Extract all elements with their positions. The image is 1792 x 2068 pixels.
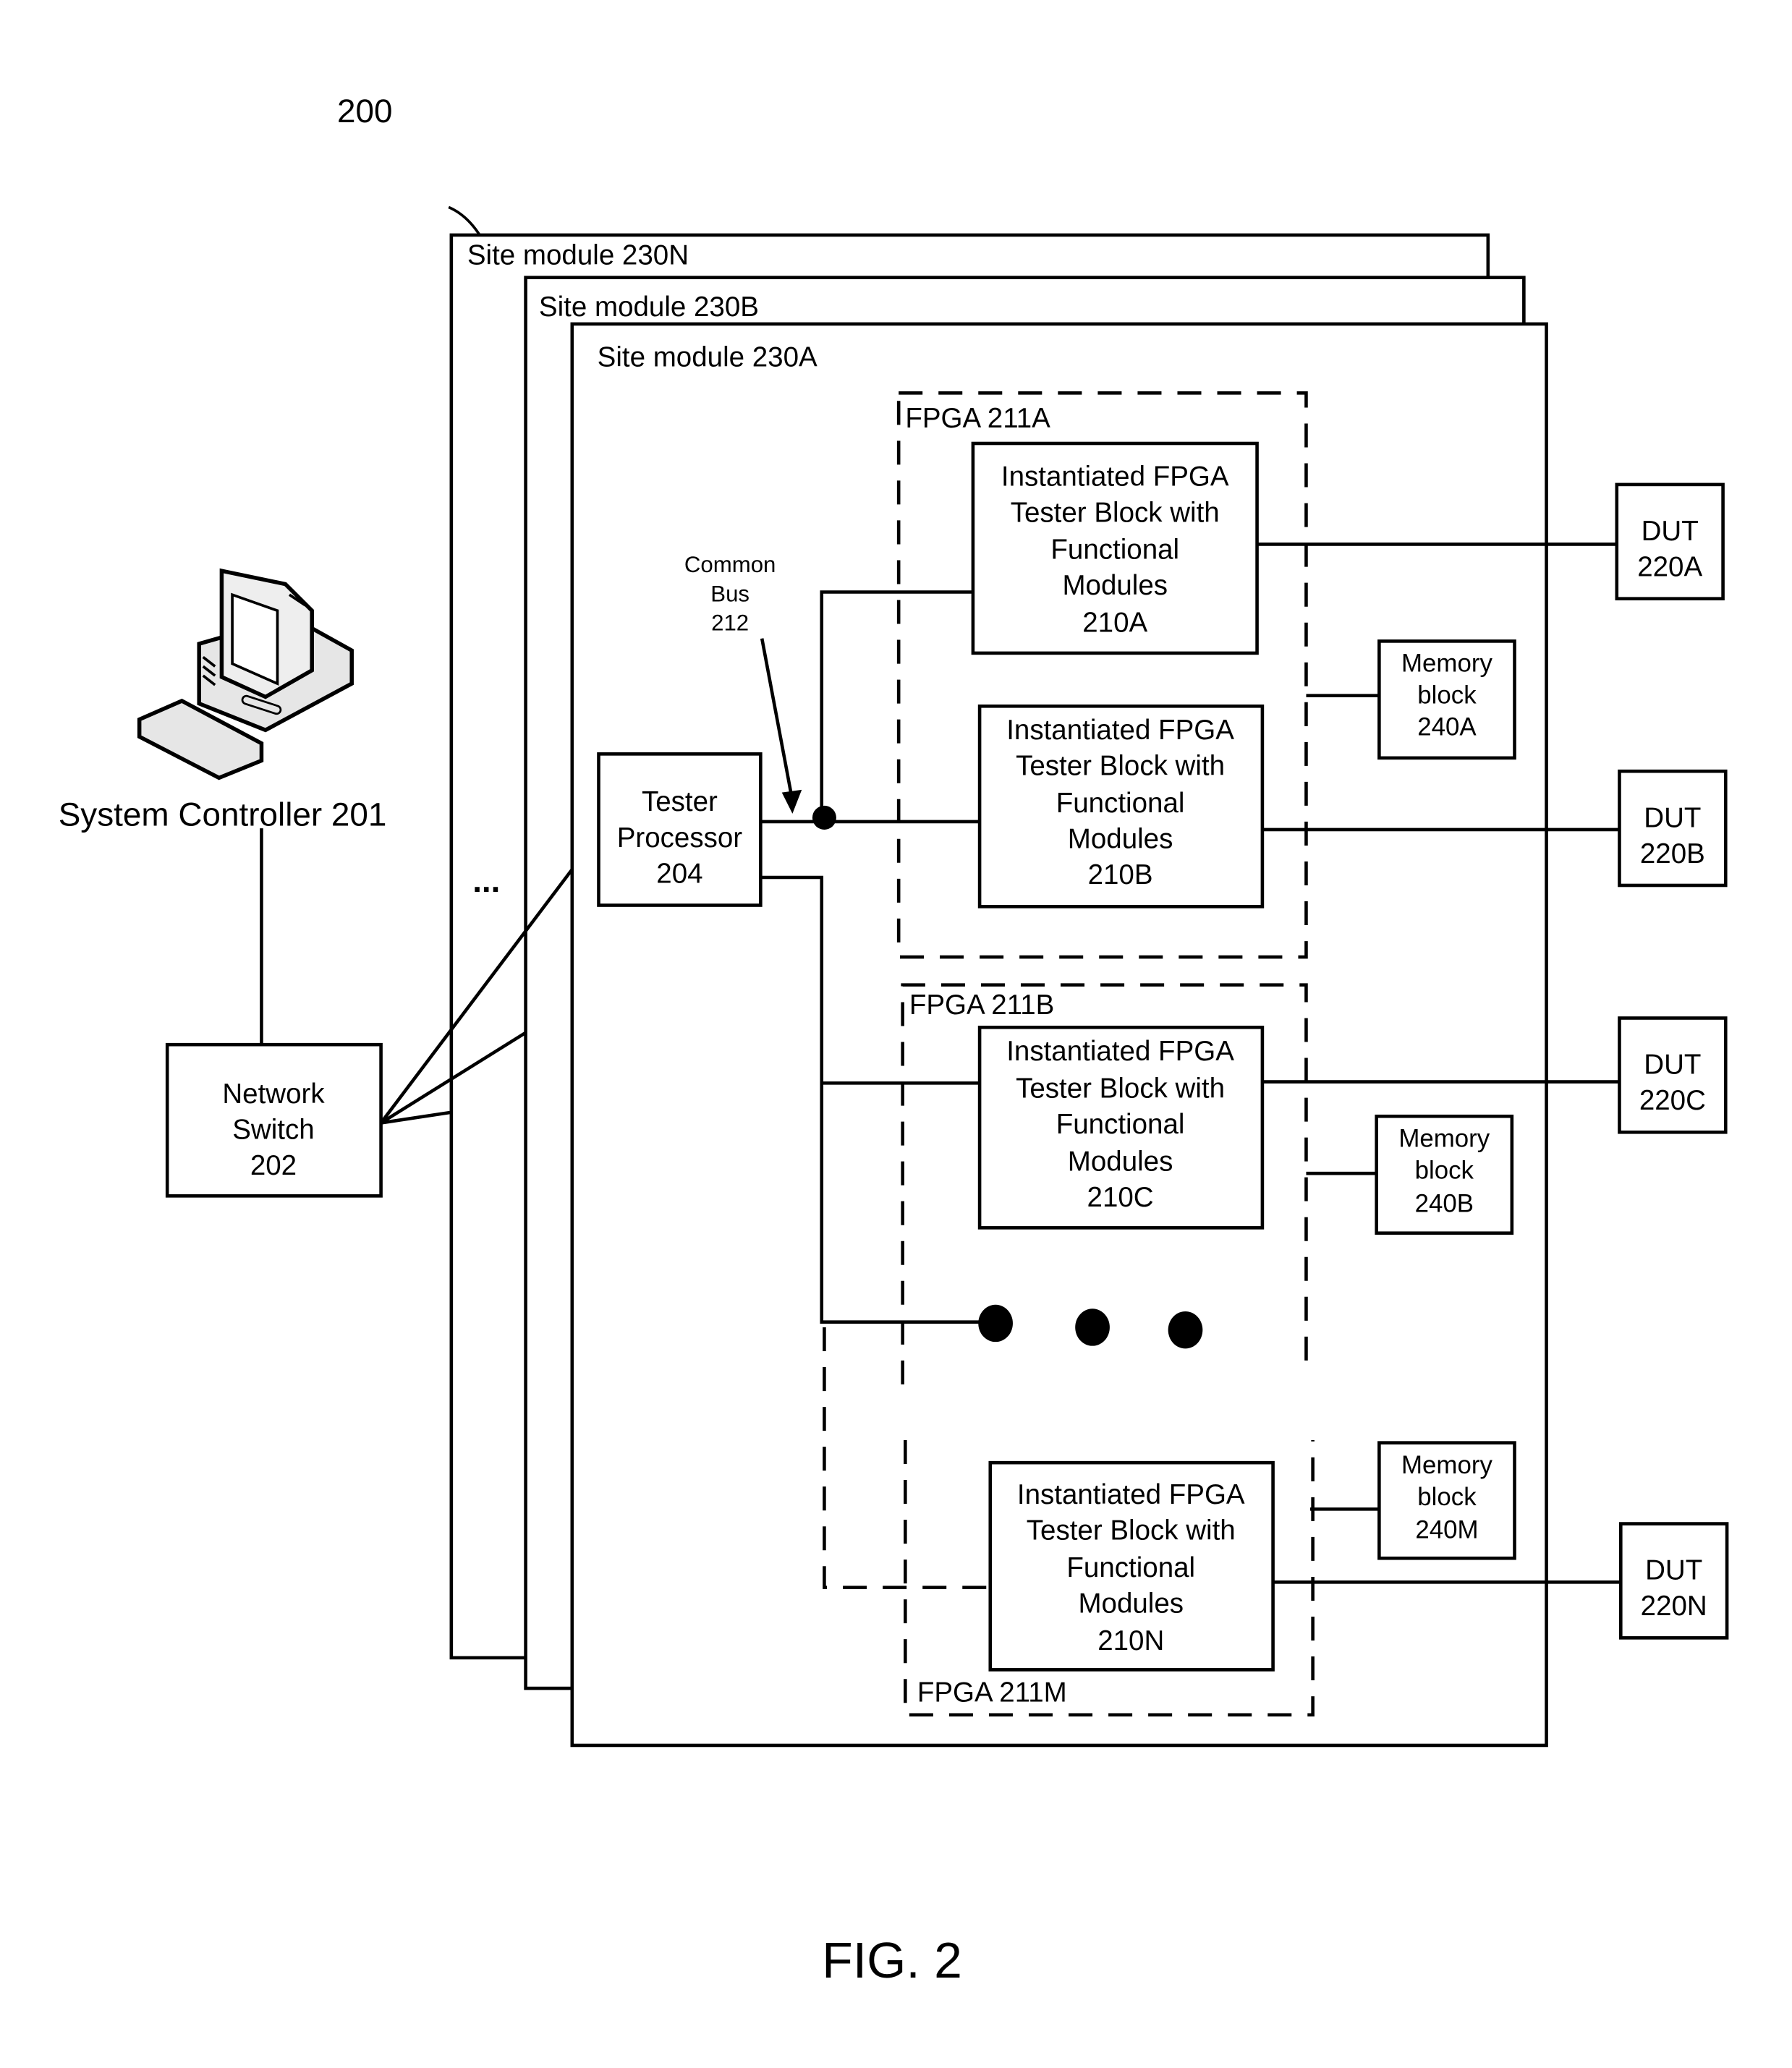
memory-block-line: 240A	[1417, 713, 1477, 741]
tester-block-line: Functional	[1050, 535, 1179, 566]
tester-block-line: Instantiated FPGA	[1001, 461, 1229, 493]
dut-line: DUT	[1644, 802, 1701, 833]
dut-line: 220B	[1640, 838, 1705, 869]
tester-block-line: Tester Block with	[1016, 1073, 1225, 1105]
tester-block-line: Modules	[1078, 1588, 1184, 1619]
tester-processor-line: Tester	[642, 786, 718, 817]
figure-caption: FIG. 2	[822, 1932, 962, 1988]
tester-block-line: 210A	[1082, 608, 1147, 639]
tester-block-line: Modules	[1068, 824, 1173, 855]
continuation-dot	[978, 1304, 1013, 1343]
dut-220A: DUT 220A	[1615, 482, 1725, 600]
dut-line: 220A	[1637, 551, 1702, 582]
memory-block-line: 240B	[1415, 1189, 1474, 1217]
site-module-label: Site module 230B	[539, 292, 759, 323]
tester-block-line: Modules	[1068, 1146, 1173, 1177]
memory-block-line: Memory	[1401, 1451, 1492, 1479]
tester-block-line: 210N	[1097, 1625, 1164, 1656]
dut-line: 220C	[1639, 1085, 1706, 1116]
memory-block-line: block	[1417, 681, 1477, 710]
common-bus-line: Bus	[710, 581, 750, 606]
diagram-canvas: 200 Site module 230N Site module 230B Si…	[59, 92, 1729, 1988]
memory-block-240A: Memory block 240A	[1377, 639, 1516, 760]
memory-block-240B: Memory block 240B	[1375, 1114, 1514, 1235]
tester-block-line: Instantiated FPGA	[1006, 715, 1234, 746]
network-switch-line: 202	[250, 1150, 297, 1181]
tester-block-line: Functional	[1056, 788, 1185, 819]
memory-block-line: block	[1417, 1483, 1477, 1511]
tester-block-line: 210C	[1087, 1182, 1154, 1213]
tester-block-line: Tester Block with	[1027, 1515, 1236, 1546]
tester-block-line: Modules	[1062, 570, 1168, 601]
continuation-dot	[1075, 1309, 1110, 1346]
dut-220N: DUT 220N	[1619, 1522, 1729, 1640]
common-bus-line: 212	[711, 610, 749, 636]
tester-block-210C: Instantiated FPGA Tester Block with Func…	[977, 1026, 1265, 1230]
tester-processor-line: Processor	[617, 822, 743, 854]
memory-block-line: Memory	[1401, 650, 1492, 678]
dut-220C: DUT 220C	[1618, 1016, 1728, 1134]
bus-junction-dot	[812, 805, 836, 830]
continuation-dot	[1168, 1311, 1203, 1349]
tester-block-line: Instantiated FPGA	[1006, 1036, 1234, 1067]
site-modules-ellipsis: ...	[472, 861, 500, 899]
tester-processor-204: Tester Processor 204	[597, 752, 763, 907]
network-switch-line: Network	[222, 1078, 325, 1110]
fpga-label: FPGA 211M	[917, 1677, 1067, 1708]
tester-block-line: Tester Block with	[1016, 751, 1225, 782]
fpga-label: FPGA 211B	[909, 990, 1055, 1021]
tester-block-line: Tester Block with	[1011, 497, 1220, 528]
tester-block-210A: Instantiated FPGA Tester Block with Func…	[971, 441, 1259, 655]
tester-processor-line: 204	[656, 858, 702, 889]
tester-block-210B: Instantiated FPGA Tester Block with Func…	[977, 705, 1265, 909]
network-switch-202: Network Switch 202	[165, 1042, 383, 1198]
dut-line: DUT	[1644, 1050, 1701, 1081]
dut-line: DUT	[1642, 516, 1699, 547]
system-controller-label: System Controller 201	[59, 795, 387, 833]
dut-line: DUT	[1645, 1555, 1702, 1586]
memory-block-line: 240M	[1415, 1516, 1478, 1544]
network-switch-line: Switch	[232, 1114, 314, 1145]
memory-block-line: block	[1415, 1156, 1474, 1184]
dut-line: 220N	[1641, 1591, 1707, 1622]
common-bus-line: Common	[684, 552, 776, 577]
tester-block-line: Functional	[1056, 1109, 1185, 1140]
dut-220B: DUT 220B	[1618, 769, 1728, 888]
tester-block-line: Instantiated FPGA	[1017, 1479, 1245, 1510]
site-module-label: Site module 230A	[598, 342, 818, 373]
memory-block-240M: Memory block 240M	[1377, 1441, 1516, 1560]
site-module-label: Site module 230N	[467, 239, 689, 271]
tester-block-210N: Instantiated FPGA Tester Block with Func…	[988, 1460, 1275, 1672]
memory-block-line: Memory	[1398, 1124, 1490, 1152]
tester-block-line: Functional	[1066, 1552, 1195, 1583]
fpga-label: FPGA 211A	[905, 403, 1050, 434]
desktop-computer-icon	[137, 568, 354, 780]
figure-reference-number: 200	[337, 92, 393, 129]
tester-block-line: 210B	[1088, 859, 1153, 890]
